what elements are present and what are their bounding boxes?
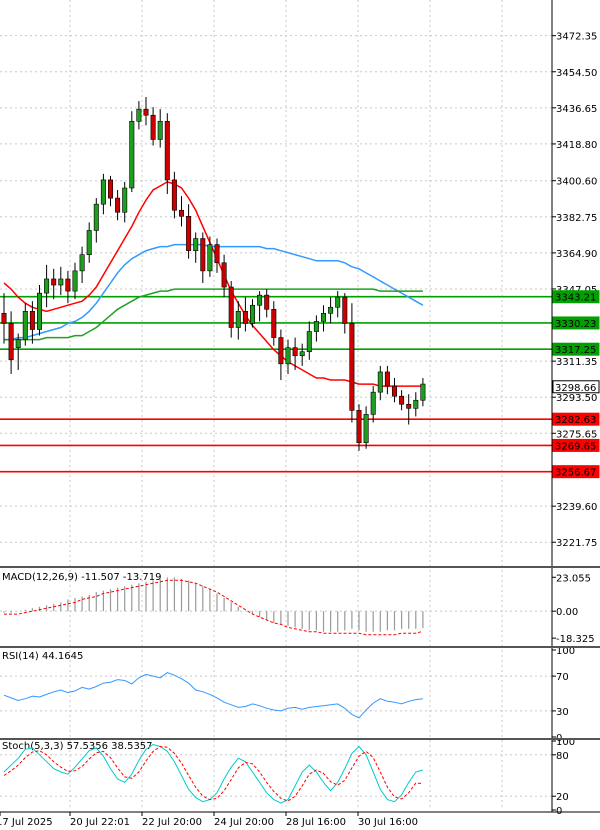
candle-body xyxy=(356,410,362,443)
macd-tick-label: -18.325 xyxy=(556,634,595,645)
candle-body xyxy=(44,278,50,294)
candle-body xyxy=(15,339,21,348)
rsi-tick-label: 70 xyxy=(556,672,569,683)
price-tick-label: 3275.65 xyxy=(556,429,597,440)
candle-body xyxy=(65,278,71,292)
candle-body xyxy=(363,414,369,443)
level-price-label: 3317.25 xyxy=(555,345,596,356)
level-price-label: 3256.67 xyxy=(555,468,596,479)
price-tick-label: 3221.75 xyxy=(556,538,597,549)
candle-body xyxy=(320,313,326,322)
macd-title: MACD(12,26,9) -11.507 -13.719 xyxy=(2,572,162,583)
candle-body xyxy=(377,371,383,393)
candle-body xyxy=(58,278,64,286)
stoch-tick-label: 20 xyxy=(556,792,569,803)
candle-body xyxy=(214,244,220,264)
candle-body xyxy=(207,244,213,272)
price-tick-label: 3293.50 xyxy=(556,393,597,404)
candle-body xyxy=(179,209,185,217)
chart-background xyxy=(0,0,600,830)
rsi-title: RSI(14) 44.1645 xyxy=(2,651,83,662)
candle-body xyxy=(313,321,319,332)
level-price-label: 3269.65 xyxy=(555,441,596,452)
candle-body xyxy=(235,310,241,328)
candle-body xyxy=(221,262,227,288)
candle-body xyxy=(342,296,348,324)
x-tick-label: 24 Jul 20:00 xyxy=(214,817,274,828)
candle-body xyxy=(86,230,92,255)
candle-body xyxy=(384,371,390,387)
candle-body xyxy=(79,254,85,272)
candle-body xyxy=(115,197,121,213)
x-tick-label: 30 Jul 16:00 xyxy=(358,817,418,828)
candle-body xyxy=(285,347,291,365)
candle-body xyxy=(292,347,298,357)
candle-body xyxy=(164,120,170,181)
rsi-tick-label: 30 xyxy=(556,707,569,718)
candle-body xyxy=(335,296,341,308)
candle-body xyxy=(413,399,419,409)
candle-body xyxy=(36,292,42,330)
candle-body xyxy=(391,385,397,397)
level-price-label: 3282.63 xyxy=(555,415,596,426)
candle-body xyxy=(250,304,256,324)
macd-tick-label: 23.055 xyxy=(556,573,591,584)
candle-body xyxy=(200,238,206,272)
candle-body xyxy=(150,114,156,140)
level-price-label: 3343.21 xyxy=(555,293,596,304)
candle-body xyxy=(328,306,334,314)
stoch-tick-label: 80 xyxy=(556,751,569,762)
candle-body xyxy=(193,238,199,251)
macd-tick-label: 0.00 xyxy=(556,607,578,618)
level-price-label: 3298.66 xyxy=(555,383,596,394)
x-tick-label: 22 Jul 20:00 xyxy=(142,817,202,828)
candle-body xyxy=(22,310,28,340)
candle-body xyxy=(257,294,263,306)
x-tick-label: 20 Jul 22:01 xyxy=(70,817,130,828)
price-tick-label: 3472.35 xyxy=(556,32,597,43)
candle-body xyxy=(228,286,234,328)
candle-body xyxy=(100,179,106,205)
candle-body xyxy=(306,331,312,353)
candle-body xyxy=(51,278,57,286)
candle-body xyxy=(370,391,376,415)
trading-chart: 3472.35 3454.50 3436.65 3418.80 3400.60 3382.… xyxy=(0,0,600,830)
candle-body xyxy=(108,179,114,199)
candle-body xyxy=(1,313,7,324)
candle-body xyxy=(242,310,248,324)
price-tick-label: 3400.60 xyxy=(556,177,597,188)
candle-body xyxy=(171,179,177,211)
candle-body xyxy=(186,215,192,251)
candle-body xyxy=(93,203,99,231)
candle-body xyxy=(406,403,412,409)
price-tick-label: 3418.80 xyxy=(556,140,597,151)
candle-body xyxy=(420,383,426,401)
candle-body xyxy=(29,310,35,330)
candle-body xyxy=(264,294,270,310)
candle-body xyxy=(278,337,284,365)
candle-body xyxy=(136,108,142,122)
price-tick-label: 3311.35 xyxy=(556,357,597,368)
candle-body xyxy=(399,395,405,405)
level-price-label: 3330.23 xyxy=(555,319,596,330)
price-tick-label: 3382.75 xyxy=(556,213,597,224)
candle-body xyxy=(271,308,277,338)
candle-body xyxy=(122,187,128,213)
price-tick-label: 3454.50 xyxy=(556,68,597,79)
price-tick-label: 3239.60 xyxy=(556,502,597,513)
candle-body xyxy=(349,323,355,411)
candle-body xyxy=(129,120,135,189)
candle-body xyxy=(72,270,78,292)
candle-body xyxy=(143,108,149,116)
candle-body xyxy=(8,323,14,361)
x-tick-label: 17 Jul 2025 xyxy=(0,817,53,828)
candle-body xyxy=(299,351,305,357)
price-tick-label: 3364.90 xyxy=(556,249,597,260)
candle-body xyxy=(157,120,163,140)
x-tick-label: 28 Jul 16:00 xyxy=(286,817,346,828)
price-tick-label: 3436.65 xyxy=(556,104,597,115)
